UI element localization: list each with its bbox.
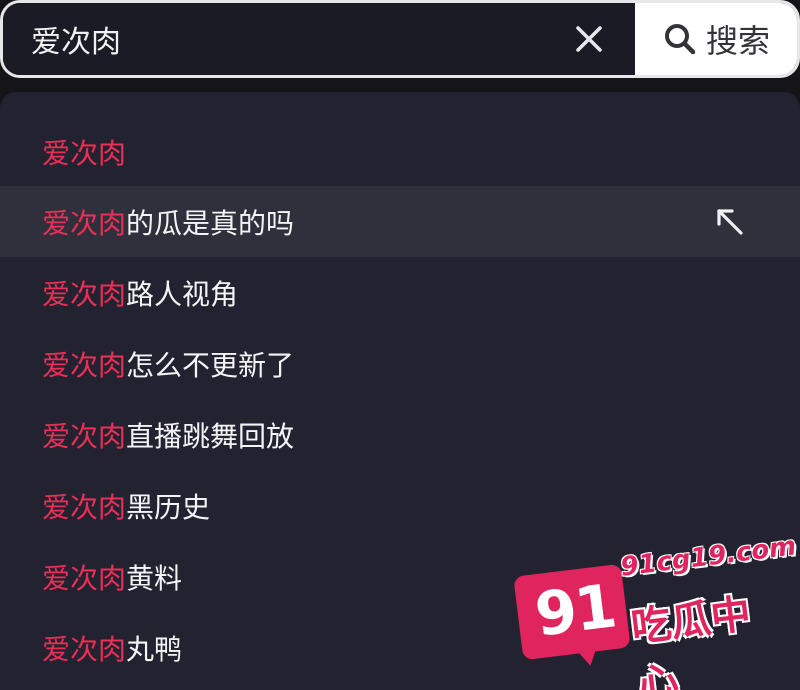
close-icon[interactable] (567, 17, 611, 61)
suggestion-item[interactable]: 爱次肉 直播跳舞回放 (0, 399, 800, 470)
suggestion-text: 的瓜是真的吗 (126, 206, 295, 240)
suggestion-keyword: 爱次肉 (42, 561, 127, 595)
suggestion-keyword: 爱次肉 (42, 277, 127, 311)
search-input[interactable] (3, 3, 635, 75)
suggestion-text: 丸鸭 (126, 632, 183, 666)
watermark-logo: 91 91cg19.com 吃瓜中心 (513, 520, 798, 690)
suggestion-item[interactable]: 爱次肉 (0, 116, 800, 187)
suggestion-item[interactable]: 爱次肉 路人视角 (0, 257, 800, 328)
suggestion-keyword: 爱次肉 (42, 632, 127, 666)
search-button[interactable]: 搜索 (635, 3, 797, 75)
suggestion-text: 直播跳舞回放 (126, 419, 295, 453)
arrow-up-left-icon[interactable] (712, 204, 748, 240)
logo-domain: 91cg19.com (618, 531, 798, 583)
suggestion-keyword: 爱次肉 (42, 136, 127, 170)
search-icon (664, 24, 696, 55)
suggestion-text: 黑历史 (126, 490, 211, 524)
suggestion-keyword: 爱次肉 (42, 206, 127, 240)
suggestion-keyword: 爱次肉 (42, 419, 127, 453)
suggestion-item[interactable]: 爱次肉 怎么不更新了 (0, 328, 800, 399)
search-field (3, 3, 635, 75)
suggestion-keyword: 爱次肉 (42, 490, 127, 524)
suggestion-keyword: 爱次肉 (42, 348, 127, 382)
search-bar: 搜索 (0, 0, 800, 78)
page: 搜索 爱次肉 爱次肉的瓜是真的吗 爱次肉路人视角 爱次肉怎么不更新了 爱次肉直播… (0, 0, 800, 690)
logo-name: 吃瓜中心 (628, 590, 754, 690)
suggestion-text: 路人视角 (126, 277, 239, 311)
search-button-label: 搜索 (705, 22, 770, 60)
suggestion-text: 黄料 (126, 561, 183, 595)
logo-number: 91 (531, 571, 619, 651)
suggestion-text: 怎么不更新了 (126, 348, 295, 382)
suggestion-item-highlighted[interactable]: 爱次肉 的瓜是真的吗 (0, 186, 800, 257)
